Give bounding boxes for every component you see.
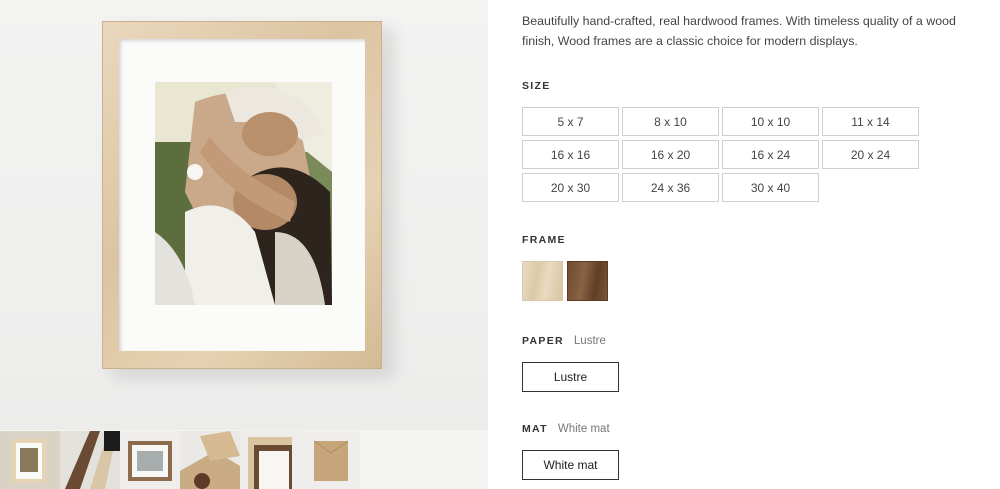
paper-label-text: PAPER — [522, 335, 564, 347]
size-option-5x7[interactable]: 5 x 7 — [522, 107, 619, 136]
thumbnail-4[interactable] — [180, 431, 240, 489]
size-option-10x10[interactable]: 10 x 10 — [722, 107, 819, 136]
paper-selected-value: Lustre — [573, 335, 606, 347]
wood-frame — [102, 21, 382, 369]
size-label: SIZE — [522, 80, 551, 92]
paper-label: PAPER Lustre — [522, 335, 606, 347]
product-description: Beautifully hand-crafted, real hardwood … — [522, 14, 956, 48]
size-option-8x10[interactable]: 8 x 10 — [622, 107, 719, 136]
mat-label: MAT White mat — [522, 423, 610, 435]
frame-swatch-dark-wood[interactable] — [567, 261, 608, 301]
mat-option-white-mat[interactable]: White mat — [522, 450, 619, 480]
thumbnail-3[interactable] — [120, 431, 180, 489]
thumbnail-1[interactable] — [0, 431, 60, 489]
size-option-16x16[interactable]: 16 x 16 — [522, 140, 619, 169]
size-option-24x36[interactable]: 24 x 36 — [622, 173, 719, 202]
thumbnail-5[interactable] — [240, 431, 300, 489]
frame-label: FRAME — [522, 234, 566, 246]
thumbnail-2[interactable] — [60, 431, 120, 489]
size-option-16x24[interactable]: 16 x 24 — [722, 140, 819, 169]
main-product-image[interactable] — [0, 0, 488, 430]
frame-swatch-light-wood[interactable] — [522, 261, 563, 301]
size-option-30x40[interactable]: 30 x 40 — [722, 173, 819, 202]
mat-selected-value: White mat — [557, 423, 610, 435]
size-option-11x14[interactable]: 11 x 14 — [822, 107, 919, 136]
product-gallery — [0, 0, 488, 489]
size-option-20x24[interactable]: 20 x 24 — [822, 140, 919, 169]
white-mat — [119, 39, 365, 351]
framed-photo — [155, 82, 332, 305]
size-option-20x30[interactable]: 20 x 30 — [522, 173, 619, 202]
mat-label-text: MAT — [522, 423, 548, 435]
paper-option-lustre[interactable]: Lustre — [522, 362, 619, 392]
size-option-16x20[interactable]: 16 x 20 — [622, 140, 719, 169]
thumbnail-strip — [0, 431, 360, 489]
thumbnail-6[interactable] — [300, 431, 360, 489]
